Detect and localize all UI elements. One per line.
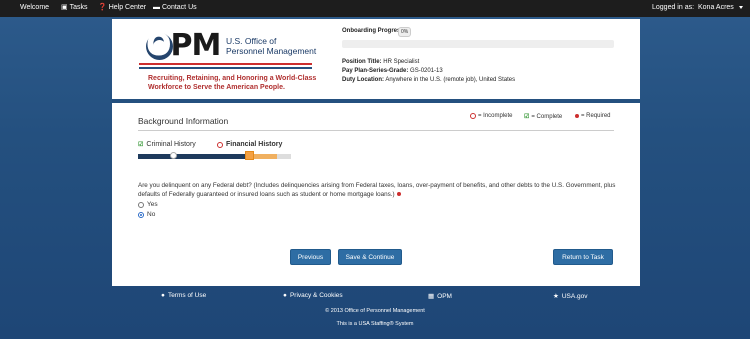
footer-opm-link[interactable]: ▦ OPM: [428, 292, 452, 301]
logo-stripes: [139, 63, 312, 69]
footer-opm-label[interactable]: OPM: [437, 293, 452, 300]
footer-system-note: This is a USA Staffing® System: [336, 321, 414, 327]
nav-help-label[interactable]: Help Center: [109, 4, 146, 11]
caret-down-icon: [738, 6, 743, 9]
footer-privacy-label[interactable]: Privacy & Cookies: [290, 292, 343, 299]
nav-welcome-label[interactable]: Welcome: [20, 4, 49, 11]
legend-required: = Required: [575, 113, 611, 119]
footer-privacy-link[interactable]: ● Privacy & Cookies: [283, 292, 343, 299]
step-marker-financial[interactable]: [245, 151, 254, 160]
option-yes-label[interactable]: Yes: [147, 201, 158, 208]
nav-contact-us[interactable]: ▬ Contact Us: [153, 4, 197, 11]
question-label: Are you delinquent on any Federal debt? …: [138, 182, 616, 198]
nav-tasks-label[interactable]: Tasks: [70, 4, 88, 11]
terms-icon: ●: [161, 292, 165, 299]
legend-incomplete: = Incomplete: [470, 113, 513, 119]
duty-location-value: Anywhere in the U.S. (remote job), Unite…: [385, 77, 516, 83]
legend-complete-label: = Complete: [531, 113, 563, 120]
previous-button[interactable]: Previous: [290, 249, 331, 265]
opm-logo-name: U.S. Office of Personnel Management: [226, 36, 316, 56]
legend-incomplete-label: = Incomplete: [478, 113, 513, 119]
option-yes[interactable]: Yes: [138, 201, 158, 208]
footer-copyright: © 2013 Office of Personnel Management: [325, 308, 425, 314]
legend-complete: ☑ = Complete: [524, 113, 563, 121]
nav-contact-label[interactable]: Contact Us: [162, 4, 197, 11]
option-no-label[interactable]: No: [147, 211, 155, 218]
question-text: Are you delinquent on any Federal debt? …: [138, 181, 618, 199]
pay-plan-label: Pay Plan-Series-Grade:: [342, 68, 409, 74]
steps-progress-track: [138, 154, 291, 159]
position-title-value: HR Specialist: [383, 59, 420, 65]
logged-in-label: Logged in as:: [652, 4, 695, 11]
logo-name-line1: U.S. Office of: [226, 36, 277, 46]
step-financial-history[interactable]: Financial History: [217, 141, 282, 148]
save-continue-button[interactable]: Save & Continue: [338, 249, 402, 265]
option-no[interactable]: No: [138, 211, 155, 218]
top-navbar: Welcome ▣ Tasks ❓ Help Center ▬ Contact …: [0, 0, 750, 17]
logo-name-line2: Personnel Management: [226, 46, 317, 56]
radio-yes[interactable]: [138, 201, 144, 208]
return-to-task-button[interactable]: Return to Task: [553, 249, 613, 265]
step-label[interactable]: Financial History: [226, 141, 282, 148]
footer-usagov-link[interactable]: ★ USA.gov: [553, 292, 588, 301]
user-name[interactable]: Kona Acres: [698, 4, 734, 11]
section-divider: [138, 130, 614, 131]
duty-location-label: Duty Location:: [342, 77, 384, 83]
footer-usagov-label[interactable]: USA.gov: [562, 293, 588, 300]
header-card: OPM U.S. Office of Personnel Management …: [112, 19, 640, 99]
required-icon: [575, 114, 579, 118]
pay-plan-value: GS-0201-13: [410, 68, 443, 74]
tasks-icon: ▣: [61, 4, 68, 11]
position-title-row: Position Title: HR Specialist: [342, 59, 419, 65]
step-label[interactable]: Criminal History: [146, 141, 195, 148]
duty-location-row: Duty Location: Anywhere in the U.S. (rem…: [342, 77, 515, 83]
section-title: Background Information: [138, 116, 229, 126]
tagline-line1: Recruiting, Retaining, and Honoring a Wo…: [148, 75, 317, 82]
position-title-label: Position Title:: [342, 59, 382, 65]
logged-in-text: Logged in as:: [652, 4, 694, 11]
steps-progress-fill: [138, 154, 250, 159]
privacy-icon: ●: [283, 292, 287, 299]
pay-plan-row: Pay Plan-Series-Grade: GS-0201-13: [342, 68, 443, 74]
complete-check-icon: ☑: [138, 142, 144, 148]
footer-terms-label[interactable]: Terms of Use: [168, 292, 206, 299]
required-icon: [396, 192, 401, 197]
building-icon: ▦: [428, 293, 435, 300]
opm-tagline: Recruiting, Retaining, and Honoring a Wo…: [148, 74, 316, 92]
nav-welcome[interactable]: Welcome: [20, 4, 49, 11]
complete-icon: ☑: [524, 114, 530, 120]
progress-label: Onboarding Progress: [342, 28, 404, 34]
user-menu[interactable]: Kona Acres: [698, 4, 743, 11]
chat-icon: ▬: [153, 4, 160, 11]
step-marker-criminal[interactable]: [170, 152, 177, 159]
incomplete-icon: [470, 113, 476, 119]
star-icon: ★: [553, 293, 559, 300]
help-icon: ❓: [98, 4, 107, 11]
tagline-line2: Workforce to Serve the American People.: [148, 84, 285, 91]
nav-tasks[interactable]: ▣ Tasks: [61, 4, 88, 11]
progress-badge: 0%: [398, 27, 412, 37]
incomplete-ring-icon: [217, 141, 223, 148]
steps-active-fill: [250, 154, 277, 159]
background-info-panel: Background Information = Incomplete ☑ = …: [112, 103, 640, 286]
nav-help-center[interactable]: ❓ Help Center: [98, 4, 146, 11]
radio-no[interactable]: [138, 211, 144, 218]
progress-bar: [342, 40, 614, 48]
step-criminal-history[interactable]: ☑ Criminal History: [138, 141, 196, 148]
legend-required-label: = Required: [581, 113, 611, 119]
footer-terms-link[interactable]: ● Terms of Use: [161, 292, 206, 299]
opm-logo-text: OPM: [146, 28, 221, 63]
